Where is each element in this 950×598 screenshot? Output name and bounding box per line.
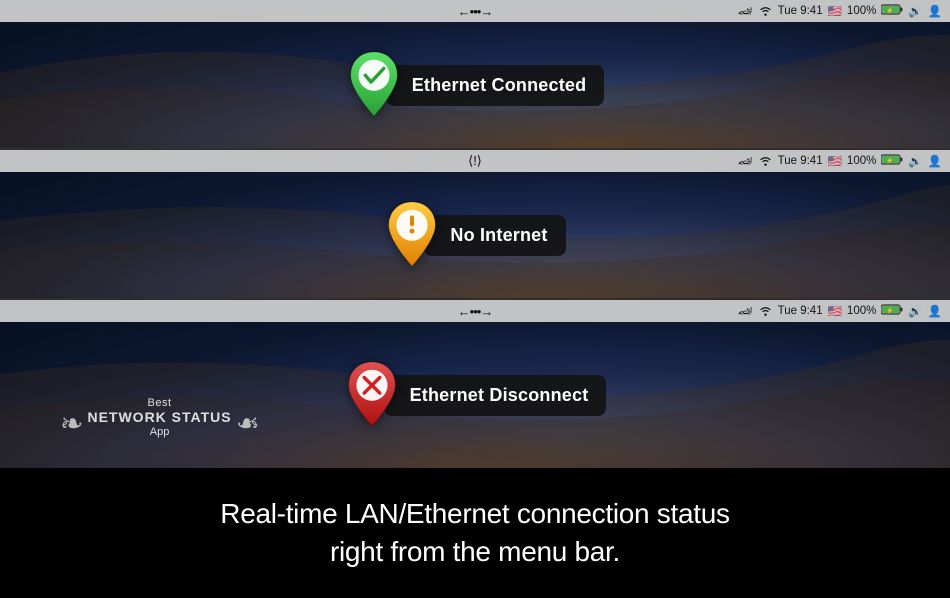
battery-icon-3: ⚡ [881,304,903,318]
time-display-3: Tue 9:41 [778,305,823,317]
user-icon-2: 👤 [928,154,942,168]
menubar-right-2: 🏎 Tue 9:41 🇺🇸 100% ⚡ 🔊 👤 [738,154,942,169]
volume-icon-1: 🔊 [908,4,922,18]
user-icon-3: 👤 [928,304,942,318]
battery-pct-2: 100% [847,155,876,167]
connected-status: Ethernet Connected [0,22,950,148]
panel-disconnect: ←•••→ 🏎 Tue 9:41 🇺🇸 100% ⚡ 🔊 👤 Best ❧ NE… [0,300,950,468]
menubar-center-3: ←•••→ [458,304,493,319]
battery-icon-2: ⚡ [881,154,903,168]
panel-connected: ←•••→ 🏎 Tue 9:41 🇺🇸 100% ⚡ 🔊 👤 [0,0,950,148]
network-icon-1: ←•••→ [458,4,493,19]
svg-text:⚡: ⚡ [887,7,894,15]
disconnect-status: Ethernet Disconnect [0,322,950,468]
menubar-right-3: 🏎 Tue 9:41 🇺🇸 100% ⚡ 🔊 👤 [738,304,942,319]
flag-icon-3: 🇺🇸 [828,304,842,318]
connected-pill: Ethernet Connected [346,50,605,120]
menubar-2: ⟨!⟩ 🏎 Tue 9:41 🇺🇸 100% ⚡ 🔊 👤 [0,150,950,172]
wifi-icon-3 [758,304,773,319]
disconnect-pill: Ethernet Disconnect [344,360,607,430]
menubar-center-1: ←•••→ [458,4,493,19]
footer-line1: Real-time LAN/Ethernet connection status [220,498,729,529]
footer-line2: right from the menu bar. [330,536,620,567]
no-internet-label: No Internet [424,215,565,256]
flag-icon-1: 🇺🇸 [828,4,842,18]
menubar-right-1: 🏎 Tue 9:41 🇺🇸 100% ⚡ 🔊 👤 [738,4,942,19]
svg-text:⚡: ⚡ [887,307,894,315]
no-internet-status: No Internet [0,172,950,298]
user-icon-1: 👤 [928,4,942,18]
speedometer-icon: 🏎 [738,4,753,18]
menubar-center-2: ⟨!⟩ [468,153,482,169]
network-icon-3: ←•••→ [458,304,493,319]
panel-no-internet: ⟨!⟩ 🏎 Tue 9:41 🇺🇸 100% ⚡ 🔊 👤 [0,150,950,298]
no-internet-pill: No Internet [384,200,565,270]
menubar-1: ←•••→ 🏎 Tue 9:41 🇺🇸 100% ⚡ 🔊 👤 [0,0,950,22]
speedometer-icon-3: 🏎 [738,304,753,318]
footer-text: Real-time LAN/Ethernet connection status… [180,495,769,571]
battery-icon-1: ⚡ [881,4,903,18]
svg-text:⚡: ⚡ [887,157,894,165]
flag-icon-2: 🇺🇸 [828,154,842,168]
footer-panel: Real-time LAN/Ethernet connection status… [0,468,950,598]
battery-pct-3: 100% [847,305,876,317]
network-icon-2: ⟨!⟩ [468,153,482,169]
volume-icon-2: 🔊 [908,154,922,168]
battery-pct-1: 100% [847,5,876,17]
no-internet-icon-badge [384,200,440,270]
time-display-2: Tue 9:41 [778,155,823,167]
wifi-icon-2 [758,154,773,169]
disconnect-label: Ethernet Disconnect [384,375,607,416]
menubar-3: ←•••→ 🏎 Tue 9:41 🇺🇸 100% ⚡ 🔊 👤 [0,300,950,322]
volume-icon-3: 🔊 [908,304,922,318]
connected-label: Ethernet Connected [386,65,605,106]
time-display-1: Tue 9:41 [778,5,823,17]
wifi-icon [758,4,773,19]
disconnect-icon-badge [344,360,400,430]
speedometer-icon-2: 🏎 [738,154,753,168]
connected-icon-badge [346,50,402,120]
